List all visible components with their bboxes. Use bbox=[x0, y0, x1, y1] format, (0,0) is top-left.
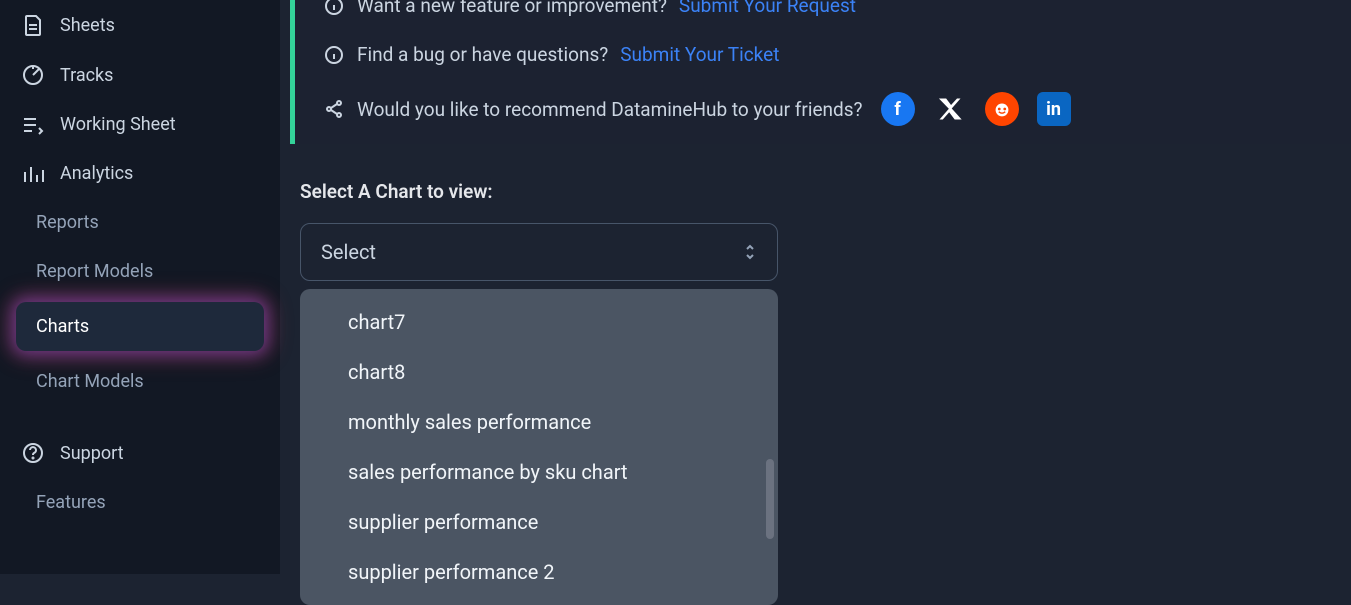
submit-ticket-link[interactable]: Submit Your Ticket bbox=[620, 43, 779, 66]
dropdown-option[interactable]: chart8 bbox=[300, 347, 778, 397]
info-icon bbox=[323, 0, 345, 17]
info-icon bbox=[323, 44, 345, 66]
sidebar-subitem-report-models[interactable]: Report Models bbox=[0, 247, 280, 296]
sidebar-item-working-sheet[interactable]: Working Sheet bbox=[0, 100, 280, 149]
sidebar-item-sheets[interactable]: Sheets bbox=[0, 0, 280, 50]
select-label: Select A Chart to view: bbox=[300, 180, 1351, 203]
submit-request-link[interactable]: Submit Your Request bbox=[679, 0, 856, 17]
sidebar-subitem-label: Features bbox=[36, 492, 106, 513]
sidebar-subitem-label: Charts bbox=[36, 316, 89, 337]
file-icon bbox=[22, 14, 44, 36]
sidebar-subitem-reports[interactable]: Reports bbox=[0, 198, 280, 247]
sidebar-item-support[interactable]: Support bbox=[0, 428, 280, 478]
sidebar-item-label: Support bbox=[60, 443, 124, 464]
facebook-icon[interactable]: f bbox=[881, 92, 915, 126]
x-icon[interactable] bbox=[933, 92, 967, 126]
sidebar-subitem-label: Reports bbox=[36, 212, 99, 233]
sidebar-subitem-charts[interactable]: Charts bbox=[16, 302, 264, 351]
sidebar-item-label: Analytics bbox=[60, 163, 133, 184]
dropdown-option[interactable]: supplier performance bbox=[300, 497, 778, 547]
reddit-icon[interactable] bbox=[985, 92, 1019, 126]
share-icon bbox=[323, 98, 345, 120]
info-panel: Want a new feature or improvement? Submi… bbox=[290, 0, 1351, 144]
dropdown-option[interactable]: chart7 bbox=[300, 297, 778, 347]
chevron-updown-icon bbox=[743, 242, 757, 262]
select-section: Select A Chart to view: Select chart7 ch… bbox=[300, 180, 1351, 605]
bar-chart-icon bbox=[22, 164, 44, 184]
chart-dropdown: chart7 chart8 monthly sales performance … bbox=[300, 289, 778, 605]
linkedin-icon[interactable]: in bbox=[1037, 92, 1071, 126]
sidebar-item-analytics[interactable]: Analytics bbox=[0, 149, 280, 198]
info-text: Find a bug or have questions? bbox=[357, 43, 608, 66]
sidebar-subitem-label: Chart Models bbox=[36, 371, 144, 392]
info-text: Would you like to recommend DatamineHub … bbox=[357, 98, 863, 121]
chart-select[interactable]: Select bbox=[300, 223, 778, 281]
social-icons: f in bbox=[881, 92, 1071, 126]
sidebar-item-label: Tracks bbox=[60, 65, 113, 86]
sidebar: Sheets Tracks Working Sheet Analytics Re… bbox=[0, 0, 280, 574]
info-text: Want a new feature or improvement? bbox=[357, 0, 667, 17]
info-line-bug: Find a bug or have questions? Submit You… bbox=[323, 43, 1351, 66]
main-content: Want a new feature or improvement? Submi… bbox=[280, 0, 1351, 574]
help-icon bbox=[22, 442, 44, 464]
sidebar-item-tracks[interactable]: Tracks bbox=[0, 50, 280, 100]
sidebar-item-label: Working Sheet bbox=[60, 114, 176, 135]
dropdown-option[interactable]: supplier performance 2 bbox=[300, 547, 778, 597]
scrollbar[interactable] bbox=[766, 459, 774, 539]
sidebar-subitem-label: Report Models bbox=[36, 261, 153, 282]
dropdown-option[interactable]: monthly sales performance bbox=[300, 397, 778, 447]
sidebar-subitem-chart-models[interactable]: Chart Models bbox=[0, 357, 280, 406]
sidebar-item-label: Sheets bbox=[60, 15, 115, 36]
info-line-share: Would you like to recommend DatamineHub … bbox=[323, 92, 1351, 126]
edit-icon bbox=[22, 115, 44, 135]
dropdown-option[interactable]: sales performance by sku chart bbox=[300, 447, 778, 497]
sidebar-subitem-features[interactable]: Features bbox=[0, 478, 280, 527]
info-line-feature: Want a new feature or improvement? Submi… bbox=[323, 0, 1351, 17]
select-placeholder: Select bbox=[321, 240, 376, 264]
target-icon bbox=[22, 64, 44, 86]
